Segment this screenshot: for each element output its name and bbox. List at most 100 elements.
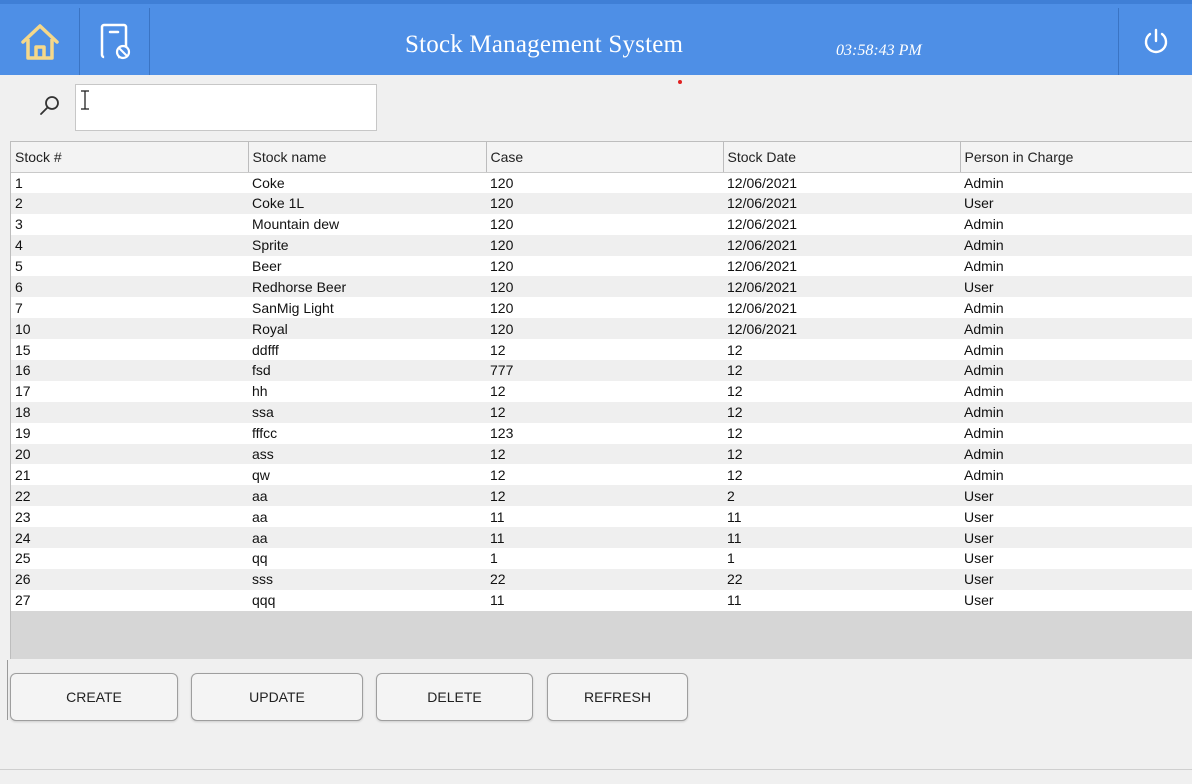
cell-stock-name: Royal (248, 318, 486, 340)
table-row[interactable]: 27 qqq 11 11 User (11, 589, 1192, 611)
cell-stock-date: 12 (723, 339, 960, 361)
cell-stock-name: qq (248, 548, 486, 569)
cell-stock-date: 12/06/2021 (723, 276, 960, 298)
cell-stock-date: 12 (723, 360, 960, 381)
column-header-stock-date[interactable]: Stock Date (723, 142, 961, 173)
cell-case: 120 (486, 297, 723, 319)
cell-stock-name: ddfff (248, 339, 486, 361)
table-row[interactable]: 18 ssa 12 12 Admin (11, 401, 1192, 423)
cell-stock-number: 10 (11, 318, 248, 340)
cell-stock-date: 12/06/2021 (723, 192, 960, 214)
top-bar: Stock Management System 03:58:43 PM (0, 0, 1192, 75)
cell-stock-number: 6 (11, 276, 248, 298)
cell-stock-number: 16 (11, 360, 248, 381)
cell-case: 120 (486, 172, 723, 193)
power-button[interactable] (1118, 8, 1192, 75)
table-row[interactable]: 6 Redhorse Beer 120 12/06/2021 User (11, 276, 1192, 298)
cell-stock-name: ass (248, 443, 486, 465)
cell-stock-date: 12 (723, 443, 960, 465)
cell-stock-date: 12/06/2021 (723, 318, 960, 340)
refresh-button[interactable]: REFRESH (547, 673, 688, 721)
stock-table: Stock # Stock name Case Stock Date Perso… (11, 142, 1192, 611)
cell-person-in-charge: Admin (960, 401, 1192, 423)
table-row[interactable]: 15 ddfff 12 12 Admin (11, 339, 1192, 361)
cell-person-in-charge: Admin (960, 339, 1192, 361)
status-dot (678, 80, 682, 84)
stock-table-container[interactable]: Stock # Stock name Case Stock Date Perso… (10, 141, 1192, 659)
table-row[interactable]: 21 qw 12 12 Admin (11, 464, 1192, 486)
cell-stock-date: 12/06/2021 (723, 255, 960, 277)
home-icon (20, 23, 59, 60)
cell-stock-name: SanMig Light (248, 297, 486, 319)
cell-stock-name: sss (248, 568, 486, 590)
cell-stock-date: 12 (723, 422, 960, 444)
table-row[interactable]: 3 Mountain dew 120 12/06/2021 Admin (11, 213, 1192, 235)
cell-stock-number: 5 (11, 255, 248, 277)
table-row[interactable]: 7 SanMig Light 120 12/06/2021 Admin (11, 297, 1192, 319)
table-row[interactable]: 10 Royal 120 12/06/2021 Admin (11, 318, 1192, 340)
cell-case: 123 (486, 422, 723, 444)
cell-case: 12 (486, 485, 723, 507)
cell-stock-number: 21 (11, 464, 248, 486)
cell-case: 120 (486, 192, 723, 214)
cell-stock-number: 4 (11, 234, 248, 256)
cell-stock-name: Coke (248, 172, 486, 193)
cell-stock-date: 22 (723, 568, 960, 590)
create-button[interactable]: CREATE (10, 673, 178, 721)
cell-stock-date: 2 (723, 485, 960, 507)
cell-person-in-charge: Admin (960, 255, 1192, 277)
table-row[interactable]: 25 qq 1 1 User (11, 548, 1192, 569)
table-row[interactable]: 16 fsd 777 12 Admin (11, 360, 1192, 381)
table-row[interactable]: 19 fffcc 123 12 Admin (11, 422, 1192, 444)
table-row[interactable]: 24 aa 11 11 User (11, 527, 1192, 549)
cell-case: 12 (486, 443, 723, 465)
table-row[interactable]: 22 aa 12 2 User (11, 485, 1192, 507)
cell-case: 120 (486, 276, 723, 298)
table-row[interactable]: 4 Sprite 120 12/06/2021 Admin (11, 234, 1192, 256)
cell-stock-name: hh (248, 380, 486, 402)
cell-stock-date: 11 (723, 506, 960, 528)
cell-person-in-charge: User (960, 506, 1192, 528)
table-row[interactable]: 23 aa 11 11 User (11, 506, 1192, 528)
cell-stock-name: fffcc (248, 422, 486, 444)
cell-stock-name: aa (248, 527, 486, 549)
table-row[interactable]: 5 Beer 120 12/06/2021 Admin (11, 255, 1192, 277)
cell-stock-date: 12 (723, 401, 960, 423)
table-row[interactable]: 20 ass 12 12 Admin (11, 443, 1192, 465)
cell-person-in-charge: Admin (960, 213, 1192, 235)
column-header-case[interactable]: Case (486, 142, 724, 173)
cell-case: 12 (486, 339, 723, 361)
device-button[interactable] (80, 8, 150, 75)
search-input[interactable] (75, 84, 377, 131)
column-header-stock-name[interactable]: Stock name (248, 142, 487, 173)
cell-stock-name: qqq (248, 589, 486, 611)
cell-stock-name: Redhorse Beer (248, 276, 486, 298)
search-icon (40, 96, 59, 115)
power-icon (1144, 28, 1167, 53)
cell-stock-date: 11 (723, 589, 960, 611)
cell-stock-name: Sprite (248, 234, 486, 256)
cell-stock-number: 7 (11, 297, 248, 319)
cell-person-in-charge: User (960, 276, 1192, 298)
cell-stock-number: 1 (11, 172, 248, 193)
device-icon (100, 23, 130, 59)
home-button[interactable] (0, 8, 80, 75)
table-row[interactable]: 1 Coke 120 12/06/2021 Admin (11, 172, 1192, 193)
app-title: Stock Management System (405, 31, 684, 58)
table-row[interactable]: 2 Coke 1L 120 12/06/2021 User (11, 192, 1192, 214)
cell-stock-number: 26 (11, 568, 248, 590)
column-header-person-in-charge[interactable]: Person in Charge (960, 142, 1192, 173)
table-row[interactable]: 26 sss 22 22 User (11, 568, 1192, 590)
table-row[interactable]: 17 hh 12 12 Admin (11, 380, 1192, 402)
cell-person-in-charge: User (960, 485, 1192, 507)
column-header-stock-number[interactable]: Stock # (11, 142, 249, 173)
update-button[interactable]: UPDATE (191, 673, 363, 721)
cell-case: 1 (486, 548, 723, 569)
cell-stock-date: 11 (723, 527, 960, 549)
delete-button[interactable]: DELETE (376, 673, 533, 721)
cell-stock-number: 27 (11, 589, 248, 611)
cell-stock-number: 24 (11, 527, 248, 549)
cell-person-in-charge: User (960, 548, 1192, 569)
cell-person-in-charge: Admin (960, 360, 1192, 381)
cell-person-in-charge: Admin (960, 318, 1192, 340)
